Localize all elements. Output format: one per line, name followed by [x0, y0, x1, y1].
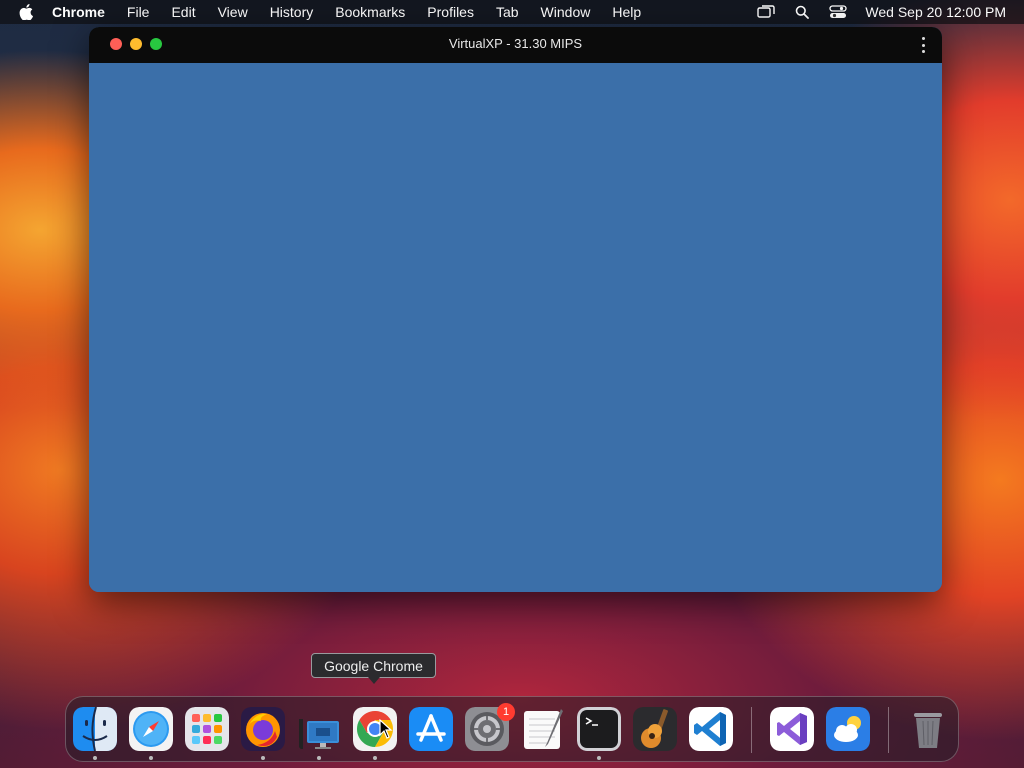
- menu-profiles[interactable]: Profiles: [427, 4, 474, 20]
- control-center-icon[interactable]: [829, 3, 848, 21]
- vscode-icon[interactable]: [689, 707, 733, 751]
- remote-desktop-icon[interactable]: [297, 707, 341, 751]
- safari-icon[interactable]: [129, 707, 173, 751]
- launchpad-icon[interactable]: [185, 707, 229, 751]
- menu-help[interactable]: Help: [612, 4, 641, 20]
- dock-tooltip: Google Chrome: [311, 653, 436, 678]
- more-options-icon[interactable]: [920, 37, 926, 53]
- menu-tab[interactable]: Tab: [496, 4, 519, 20]
- dock-separator: [751, 707, 752, 753]
- screen-mirror-icon[interactable]: [757, 3, 776, 21]
- weather-icon[interactable]: [826, 707, 870, 751]
- menu-view[interactable]: View: [218, 4, 248, 20]
- visual-studio-icon[interactable]: [770, 707, 814, 751]
- running-indicator: [373, 756, 377, 760]
- menu-file[interactable]: File: [127, 4, 150, 20]
- notification-badge: 1: [497, 703, 515, 721]
- running-indicator: [317, 756, 321, 760]
- dock-tooltip-pointer: [368, 677, 380, 684]
- running-indicator: [597, 756, 601, 760]
- running-indicator: [149, 756, 153, 760]
- spotlight-search-icon[interactable]: [793, 3, 811, 21]
- menu-history[interactable]: History: [270, 4, 314, 20]
- menu-bar: Chrome File Edit View History Bookmarks …: [0, 0, 1024, 24]
- garageband-icon[interactable]: [633, 707, 677, 751]
- virtual-machine-screen[interactable]: [89, 63, 942, 592]
- menu-bar-status-area: Wed Sep 20 12:00 PM: [757, 0, 1006, 24]
- running-indicator: [93, 756, 97, 760]
- menu-edit[interactable]: Edit: [171, 4, 195, 20]
- app-store-icon[interactable]: [409, 707, 453, 751]
- window-title: VirtualXP - 31.30 MIPS: [448, 36, 583, 51]
- menu-app-name[interactable]: Chrome: [52, 4, 105, 20]
- terminal-icon[interactable]: [577, 707, 621, 751]
- running-indicator: [261, 756, 265, 760]
- firefox-icon[interactable]: [241, 707, 285, 751]
- browser-window: VirtualXP - 31.30 MIPS: [89, 27, 942, 592]
- mouse-cursor-icon: [379, 718, 393, 739]
- menu-bar-clock[interactable]: Wed Sep 20 12:00 PM: [865, 4, 1006, 20]
- menu-bookmarks[interactable]: Bookmarks: [335, 4, 405, 20]
- menu-window[interactable]: Window: [541, 4, 591, 20]
- apple-icon[interactable]: [18, 4, 34, 20]
- window-titlebar[interactable]: VirtualXP - 31.30 MIPS: [89, 27, 942, 63]
- finder-icon[interactable]: [73, 707, 117, 751]
- textedit-icon[interactable]: [521, 707, 565, 751]
- dock-separator: [888, 707, 889, 753]
- trash-icon[interactable]: [906, 707, 950, 751]
